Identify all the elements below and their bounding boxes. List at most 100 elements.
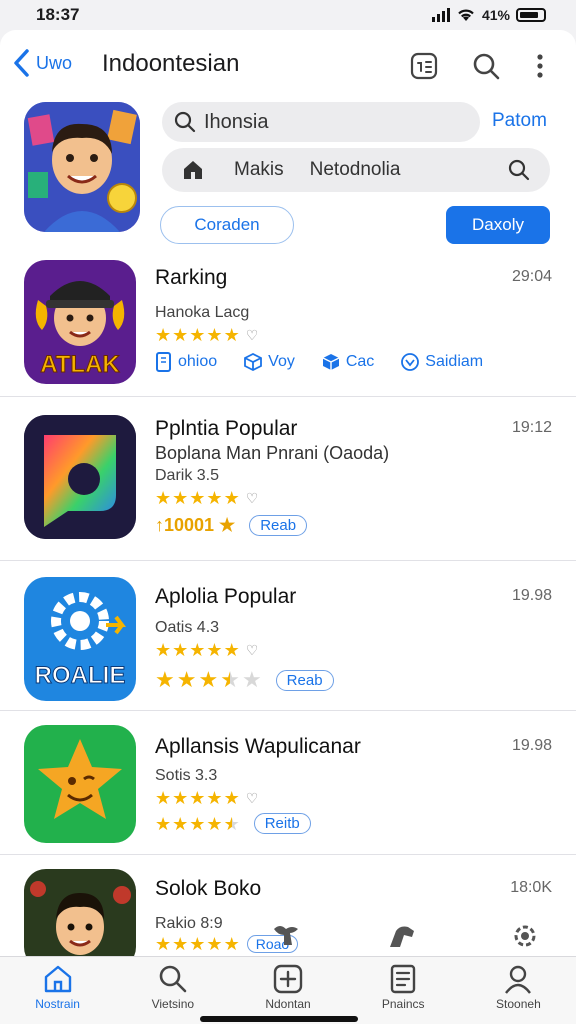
rating-stars: ★ ★ ★ ★ ★ ♡: [155, 789, 258, 807]
star: ★: [172, 934, 189, 954]
app-icon: [24, 869, 136, 956]
document-icon: [156, 352, 171, 372]
secondary-stars: ★ ★ ★ ★ ★: [155, 815, 240, 833]
star: ★: [206, 325, 223, 345]
action-3[interactable]: Saidiam: [400, 352, 483, 372]
action-label: Cac: [345, 353, 375, 370]
tab-3[interactable]: Pnaincs: [346, 957, 461, 1024]
more-button[interactable]: [520, 46, 560, 86]
app-name: Pplntia Popular: [155, 417, 298, 440]
bird-icon: [274, 926, 298, 945]
shoe-icon: [390, 926, 414, 947]
app-icon-art: [24, 415, 136, 539]
tab-4[interactable]: Stooneh: [461, 957, 576, 1024]
shield-icon: [401, 353, 420, 371]
star-half: ★: [223, 813, 240, 834]
rating-stars: ★ ★ ★ ★ ★ ♡: [155, 326, 258, 344]
notes-icon: [391, 964, 416, 994]
app-name: Rarking: [155, 266, 228, 289]
app-time: 29:04: [511, 268, 552, 285]
app-sheet: Uwo Indoontesian Ihonsia Patom Makis Net…: [0, 30, 576, 956]
rating-row: ★ ★ ★ ★ ★ Reab: [155, 669, 334, 691]
star: ★: [172, 325, 189, 345]
back-label: Uwo: [36, 52, 73, 73]
list-item[interactable]: ATLAK Rarking 29:04 Hanoka Lacg ★ ★ ★ ★ ★ ♡ …: [0, 252, 576, 396]
rank-badge: ↑10001 ★: [155, 515, 236, 535]
home-chip[interactable]: [182, 159, 208, 181]
star: ★: [206, 788, 223, 808]
app-name: Apllansis Wapulicanar: [155, 735, 361, 758]
tab-2[interactable]: Ndontan: [230, 957, 345, 1024]
back-button[interactable]: Uwo: [12, 48, 72, 78]
app-icon-art: ATLAK: [24, 260, 136, 384]
chip-1[interactable]: Netodnolia: [310, 159, 401, 181]
app-description: Boplana Man Pnrani (Oaoda): [155, 443, 390, 463]
action-1[interactable]: Voy: [243, 352, 295, 372]
heart-icon[interactable]: ♡: [246, 642, 259, 659]
search-icon: [508, 159, 530, 181]
get-button[interactable]: Reab: [275, 669, 334, 691]
calendar-grid-icon: [410, 52, 438, 80]
action-label: Voy: [268, 353, 295, 370]
action-2[interactable]: Cac: [321, 352, 374, 372]
settings-icon: [514, 925, 536, 947]
tab-label: Pnaincs: [381, 997, 425, 1011]
featured-app-image[interactable]: [24, 102, 140, 232]
tab-1[interactable]: Vietsino: [115, 957, 230, 1024]
star: ★: [223, 325, 240, 345]
app-icon-art: ROALIE: [24, 577, 136, 701]
star: ★: [206, 640, 223, 660]
heart-icon[interactable]: ♡: [246, 790, 259, 807]
list-item[interactable]: Pplntia Popular 19:12 Boplana Man Pnrani…: [0, 396, 576, 560]
grid-button[interactable]: [404, 46, 444, 86]
chip-0[interactable]: Makis: [234, 159, 284, 181]
star: ★: [223, 640, 240, 660]
tab-0[interactable]: Nostrain: [0, 957, 115, 1024]
status-time: 18:37: [36, 5, 80, 24]
star-half: ★: [220, 667, 240, 692]
home-icon: [44, 965, 71, 993]
action-label: ohioo: [178, 353, 218, 370]
star: ★: [155, 488, 172, 508]
primary-button[interactable]: Daxoly: [446, 206, 550, 244]
star: ★: [206, 934, 223, 954]
search-field[interactable]: Ihonsia: [162, 102, 480, 142]
secondary-button[interactable]: Coraden: [160, 206, 294, 244]
rating-stars: ★ ★ ★ ★ ★ ♡: [155, 489, 258, 507]
app-subtitle: Hanoka Lacg: [155, 304, 250, 321]
app-icon: ROALIE: [24, 577, 136, 701]
heart-icon[interactable]: ♡: [246, 490, 259, 507]
app-icon: [24, 725, 136, 843]
star: ★: [223, 788, 240, 808]
more-vertical-icon: [537, 54, 543, 78]
search-button[interactable]: [466, 46, 506, 86]
search-icon: [159, 965, 187, 993]
app-time: 19.98: [511, 587, 552, 604]
star: ★: [155, 640, 172, 660]
app-icon-art: [24, 869, 136, 956]
cube-icon: [322, 354, 340, 370]
rating-row: ★ ★ ★ ★ ★ Reitb: [155, 813, 311, 834]
list-item[interactable]: Solok Boko 18:0K Rakio 8:9 ★ ★ ★ ★ ★ Roao: [0, 854, 576, 956]
get-button[interactable]: Reab: [249, 515, 308, 536]
chip-search[interactable]: [508, 159, 530, 181]
app-subtitle: Rakio 8:9: [155, 915, 223, 932]
app-icon: ATLAK: [24, 260, 136, 384]
get-button[interactable]: Reitb: [253, 813, 311, 834]
search-submit-link[interactable]: Patom: [492, 110, 547, 132]
list-item[interactable]: ROALIE Aplolia Popular 19.98 Oatis 4.3 ★…: [0, 560, 576, 710]
home-indicator: [200, 1016, 358, 1022]
box-icon: [244, 352, 263, 372]
battery-icon: [516, 8, 546, 22]
action-0[interactable]: ohioo: [155, 352, 217, 372]
list-item[interactable]: Apllansis Wapulicanar 19.98 Sotis 3.3 ★ ★…: [0, 710, 576, 854]
search-icon: [174, 111, 196, 133]
status-bar: 18:37 41%: [0, 0, 576, 30]
star: ★: [189, 813, 206, 834]
app-name: Aplolia Popular: [155, 585, 297, 608]
heart-icon[interactable]: ♡: [246, 327, 259, 344]
star: ★: [189, 640, 206, 660]
star: ★: [189, 934, 206, 954]
secondary-stars: ★ ★ ★ ★ ★: [155, 669, 262, 691]
star: ★: [223, 488, 240, 508]
